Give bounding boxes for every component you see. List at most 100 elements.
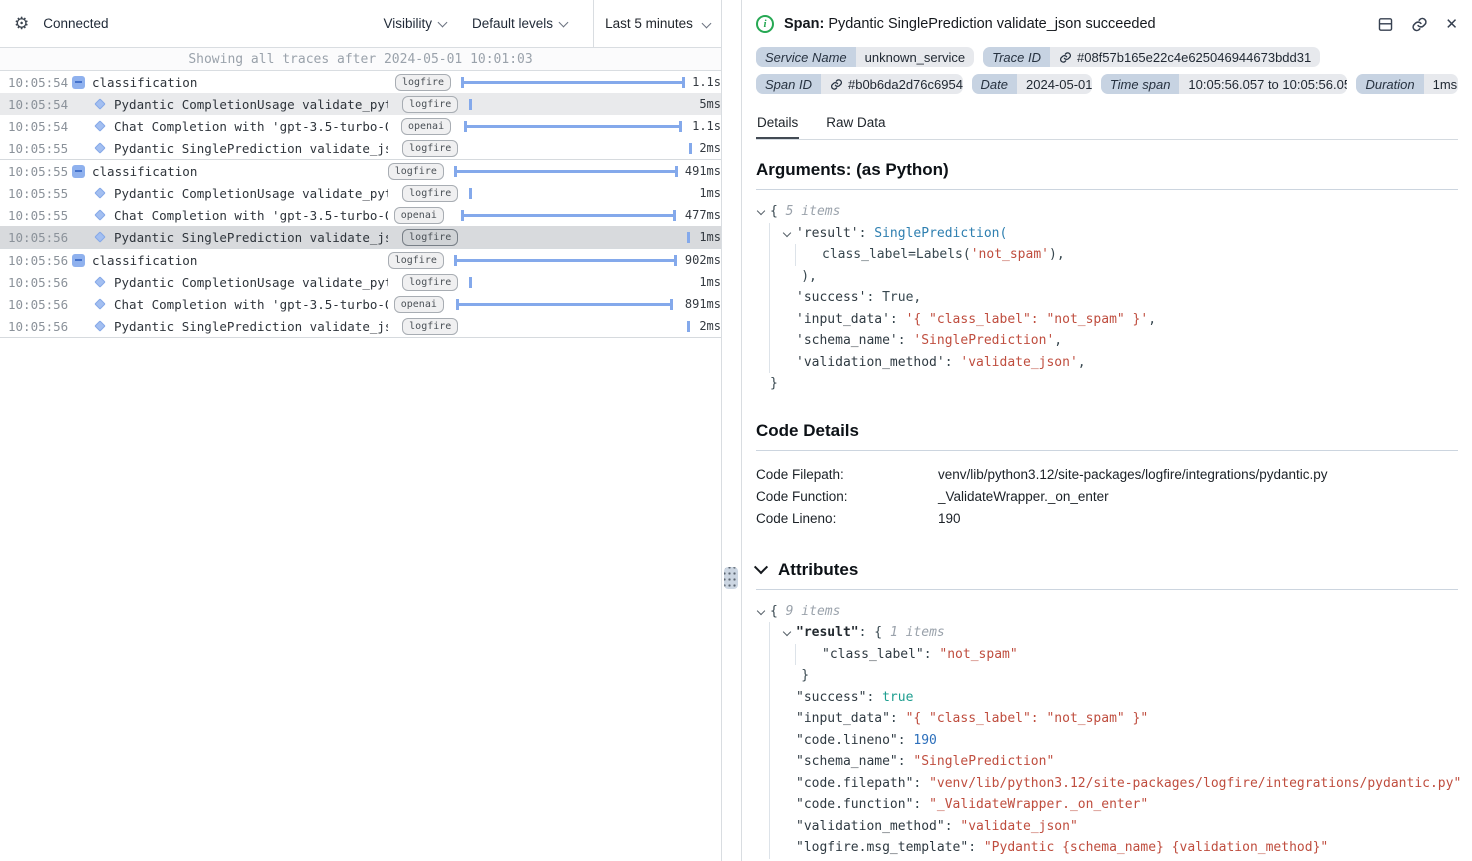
span-name: Pydantic CompletionUsage validate_python <box>114 186 388 201</box>
row-timestamp: 10:05:54 <box>8 75 68 90</box>
span-duration-bar <box>468 271 692 293</box>
code-line: } <box>756 665 1458 687</box>
badge-row: Service Nameunknown_serviceTrace ID#08f5… <box>756 47 1458 67</box>
header-actions: ✕ <box>1377 16 1458 33</box>
row-timestamp: 10:05:54 <box>8 119 68 134</box>
span-meta-badges: Service Nameunknown_serviceTrace ID#08f5… <box>756 47 1458 94</box>
link-icon <box>830 78 843 91</box>
code-line: "result": { 1 items <box>756 622 1458 644</box>
badge-value[interactable]: #b0b6da2d76c69540 <box>821 74 963 94</box>
row-timestamp: 10:05:55 <box>8 141 68 156</box>
connection-status-label: Connected <box>43 16 108 31</box>
panel-layout-icon[interactable] <box>1377 16 1394 33</box>
collapse-minus-icon[interactable] <box>68 254 88 267</box>
trace-row[interactable]: 10:05:54 Chat Completion with 'gpt-3.5-tu… <box>0 115 721 137</box>
span-duration: 2ms <box>699 141 721 155</box>
trace-row[interactable]: 10:05:55classificationlogfire491ms <box>0 160 721 182</box>
span-duration-bar <box>468 226 692 248</box>
span-scope-tag: logfire <box>388 252 444 269</box>
tab-details[interactable]: Details <box>756 110 799 139</box>
collapse-chevron-icon[interactable] <box>783 628 791 636</box>
attributes-section-toggle[interactable]: Attributes <box>756 560 1458 580</box>
span-diamond-icon <box>90 233 110 241</box>
collapse-chevron-icon[interactable] <box>783 228 791 236</box>
span-name: Pydantic CompletionUsage validate_python <box>114 97 388 112</box>
span-duration-bar <box>468 93 692 115</box>
trace-row[interactable]: 10:05:54classificationlogfire1.1s <box>0 71 721 93</box>
span-duration: 2ms <box>699 319 721 333</box>
visibility-dropdown[interactable]: Visibility <box>383 16 446 31</box>
row-timestamp: 10:05:56 <box>8 275 68 290</box>
default-levels-dropdown[interactable]: Default levels <box>472 16 567 31</box>
left-toolbar: ⚙ Connected Visibility Default levels La… <box>0 0 721 48</box>
span-name: Chat Completion with 'gpt-3.5-turbo-0613… <box>114 119 388 134</box>
tab-raw-data[interactable]: Raw Data <box>825 110 886 139</box>
span-detail-panel: i Span: Pydantic SinglePrediction valida… <box>741 0 1472 861</box>
trace-row[interactable]: 10:05:55Pydantic SinglePrediction valida… <box>0 137 721 159</box>
collapse-minus-icon[interactable] <box>68 76 88 89</box>
span-scope-tag: logfire <box>388 163 444 180</box>
indent-guide <box>769 622 770 644</box>
span-duration-bar <box>454 249 678 271</box>
span-duration-bar <box>468 315 692 337</box>
chevron-down-icon <box>701 19 711 29</box>
trace-row[interactable]: 10:05:55Chat Completion with 'gpt-3.5-tu… <box>0 204 721 226</box>
collapse-chevron-icon[interactable] <box>757 606 765 614</box>
indent-guide <box>769 266 770 288</box>
span-name: classification <box>92 253 388 268</box>
trace-row[interactable]: 10:05:56Pydantic SinglePrediction valida… <box>0 226 721 248</box>
row-timestamp: 10:05:56 <box>8 230 68 245</box>
settings-gear-icon[interactable]: ⚙ <box>14 15 29 32</box>
span-duration: 1ms <box>699 275 721 289</box>
span-name: Pydantic CompletionUsage validate_python <box>114 275 388 290</box>
badge-row: Span ID#b0b6da2d76c69540Date2024-05-01Ti… <box>756 74 1458 94</box>
span-duration: 1.1s <box>692 75 721 89</box>
row-timestamp: 10:05:55 <box>8 186 68 201</box>
trace-row[interactable]: 10:05:54 Pydantic CompletionUsage validat… <box>0 93 721 115</box>
code-line: "code.function": "_ValidateWrapper._on_e… <box>756 794 1458 816</box>
span-name: Pydantic SinglePrediction validate_json <box>114 319 388 334</box>
indent-guide <box>769 794 770 816</box>
span-diamond-icon <box>90 144 110 152</box>
meta-badge-time-span: Time span10:05:56.057 to 10:05:56.058 <box>1101 74 1348 94</box>
section-divider <box>756 589 1458 590</box>
time-range-dropdown[interactable]: Last 5 minutes <box>593 0 721 48</box>
trace-group: 10:05:55classificationlogfire491ms10:05:… <box>0 160 721 249</box>
trace-row[interactable]: 10:05:56 Pydantic CompletionUsage validat… <box>0 271 721 293</box>
collapse-chevron-icon[interactable] <box>757 207 765 215</box>
trace-row[interactable]: 10:05:56classificationlogfire902ms <box>0 249 721 271</box>
section-divider <box>756 189 1458 190</box>
indent-guide <box>769 244 770 266</box>
code-detail-label: Code Lineno: <box>756 508 938 530</box>
indent-guide <box>769 330 770 352</box>
badge-value: 2024-05-01 <box>1017 74 1092 94</box>
indent-guide <box>769 352 770 374</box>
collapse-minus-icon[interactable] <box>68 165 88 178</box>
span-scope-tag: logfire <box>402 318 458 335</box>
span-duration: 1ms <box>699 186 721 200</box>
indent-guide <box>795 244 796 266</box>
span-duration: 1.1s <box>692 119 721 133</box>
panel-resizer[interactable] <box>722 0 741 861</box>
badge-value: 1ms <box>1424 74 1458 94</box>
copy-link-icon[interactable] <box>1411 16 1428 33</box>
meta-badge-trace-id: Trace ID#08f57b165e22c4e625046944673bdd3… <box>983 47 1320 67</box>
code-line: { 5 items <box>756 201 1458 223</box>
code-line: "schema_name": "SinglePrediction" <box>756 751 1458 773</box>
span-name: classification <box>92 75 388 90</box>
trace-row[interactable]: 10:05:56Pydantic SinglePrediction valida… <box>0 315 721 337</box>
attributes-section-title: Attributes <box>778 560 858 580</box>
code-line: 'result': SinglePrediction( <box>756 223 1458 245</box>
code-details-section-title: Code Details <box>756 421 1458 441</box>
detail-tabs: Details Raw Data <box>756 110 1458 140</box>
trace-row[interactable]: 10:05:55 Pydantic CompletionUsage validat… <box>0 182 721 204</box>
row-timestamp: 10:05:54 <box>8 97 68 112</box>
code-details-rows: Code Filepath:venv/lib/python3.12/site-p… <box>756 464 1458 530</box>
close-icon[interactable]: ✕ <box>1445 17 1458 32</box>
span-scope-tag: logfire <box>402 96 458 113</box>
drag-handle-icon[interactable] <box>724 567 738 589</box>
badge-value[interactable]: #08f57b165e22c4e625046944673bdd31 <box>1050 47 1320 67</box>
trace-row[interactable]: 10:05:56Chat Completion with 'gpt-3.5-tu… <box>0 293 721 315</box>
badge-label: Span ID <box>756 74 821 94</box>
indent-guide <box>795 644 796 666</box>
